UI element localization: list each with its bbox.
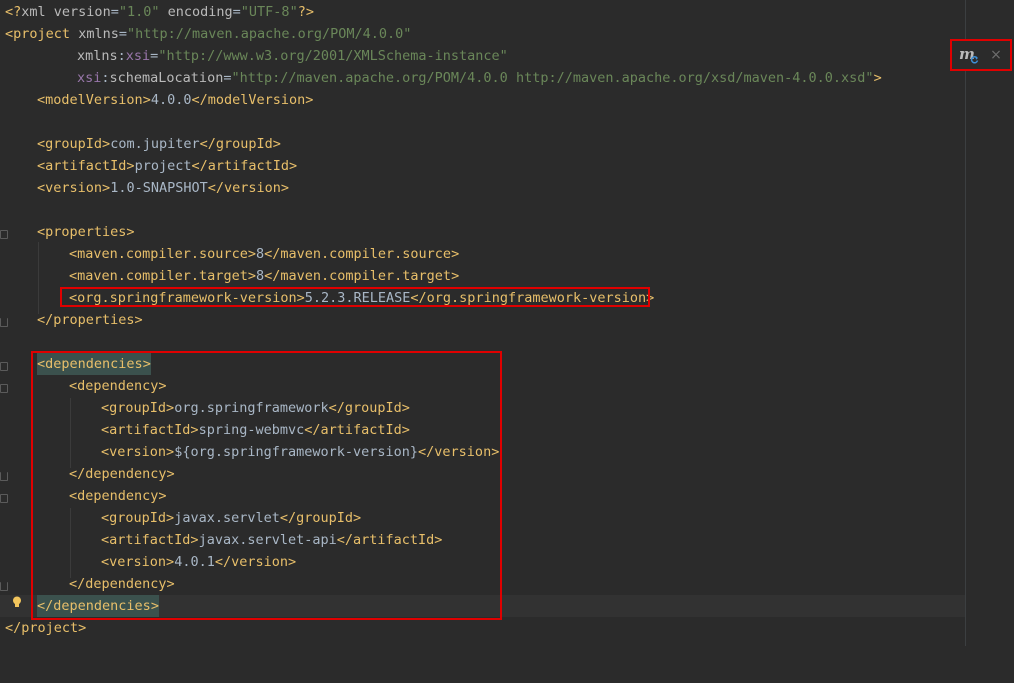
code-line[interactable]: <maven.compiler.source>8</maven.compiler… bbox=[0, 243, 965, 265]
line-text: <maven.compiler.target>8</maven.compiler… bbox=[69, 268, 460, 284]
code-line[interactable]: <modelVersion>4.0.0</modelVersion> bbox=[0, 89, 965, 111]
line-text: xmlns:xsi="http://www.w3.org/2001/XMLSch… bbox=[77, 48, 508, 64]
line-text: <artifactId>project</artifactId> bbox=[37, 158, 298, 174]
maven-reload-icon[interactable]: m bbox=[959, 45, 981, 65]
code-line[interactable]: <maven.compiler.target>8</maven.compiler… bbox=[0, 265, 965, 287]
code-line[interactable]: <version>1.0-SNAPSHOT</version> bbox=[0, 177, 965, 199]
code-line[interactable]: <project xmlns="http://maven.apache.org/… bbox=[0, 23, 965, 45]
right-margin-guide bbox=[965, 0, 966, 646]
code-line-empty[interactable] bbox=[0, 111, 965, 133]
code-line-empty[interactable] bbox=[0, 331, 965, 353]
line-text: <maven.compiler.source>8</maven.compiler… bbox=[69, 246, 460, 262]
line-text: xsi:schemaLocation="http://maven.apache.… bbox=[77, 70, 882, 86]
maven-reload-widget[interactable]: m × bbox=[950, 39, 1012, 71]
code-line[interactable]: <?xml version="1.0" encoding="UTF-8"?> bbox=[0, 1, 965, 23]
line-text: <?xml version="1.0" encoding="UTF-8"?> bbox=[5, 4, 314, 20]
line-text: <properties> bbox=[37, 224, 135, 240]
code-line[interactable]: <groupId>com.jupiter</groupId> bbox=[0, 133, 965, 155]
refresh-icon bbox=[970, 56, 979, 64]
line-text: <project xmlns="http://maven.apache.org/… bbox=[5, 26, 412, 42]
line-text: </properties> bbox=[37, 312, 143, 328]
highlight-box-spring-version bbox=[60, 287, 650, 307]
code-line-empty[interactable] bbox=[0, 199, 965, 221]
code-line[interactable]: </properties> bbox=[0, 309, 965, 331]
line-text: <groupId>com.jupiter</groupId> bbox=[37, 136, 281, 152]
lightbulb-icon[interactable] bbox=[12, 596, 22, 608]
code-line[interactable]: </project> bbox=[0, 617, 965, 639]
code-line[interactable]: <properties> bbox=[0, 221, 965, 243]
line-text: </project> bbox=[5, 620, 87, 636]
code-line[interactable]: xmlns:xsi="http://www.w3.org/2001/XMLSch… bbox=[0, 45, 965, 67]
line-text: <version>1.0-SNAPSHOT</version> bbox=[37, 180, 290, 196]
code-line[interactable]: <artifactId>project</artifactId> bbox=[0, 155, 965, 177]
code-line[interactable]: xsi:schemaLocation="http://maven.apache.… bbox=[0, 67, 965, 89]
close-icon[interactable]: × bbox=[988, 45, 1004, 65]
highlight-box-dependencies bbox=[31, 351, 502, 620]
line-text: <modelVersion>4.0.0</modelVersion> bbox=[37, 92, 314, 108]
code-editor[interactable]: <?xml version="1.0" encoding="UTF-8"?> <… bbox=[0, 0, 1014, 646]
